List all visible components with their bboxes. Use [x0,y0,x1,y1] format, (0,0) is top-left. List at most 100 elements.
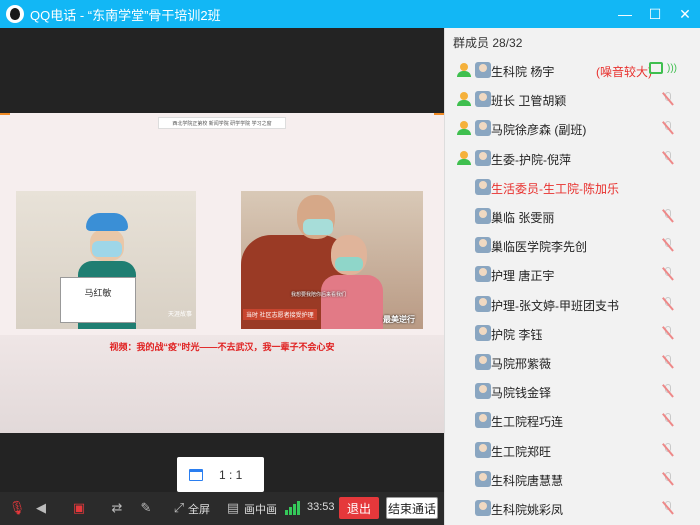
title-bar: QQ电话 - “东南学堂”骨干培训2班 — ☐ ✕ [0,0,700,28]
maximize-button[interactable]: ☐ [640,0,670,28]
member-count: 群成员 28/32 [453,35,523,50]
member-name: 马院徐彦森 (副班) [491,123,587,138]
mic-muted-icon[interactable] [661,267,675,282]
window-icon [189,468,203,481]
qq-logo-icon [6,5,24,23]
avatar [475,120,491,137]
admin-icon [457,150,471,165]
camera-off-icon[interactable]: ▣ [68,497,90,519]
mic-muted-icon[interactable] [661,150,675,165]
close-button[interactable]: ✕ [670,0,700,28]
avatar [475,500,491,516]
avatar [475,470,491,487]
avatar [475,383,491,400]
member-panel: 群成员 28/32 生科院 杨宇 (噪音较大)))) 班长 卫管胡颖马院徐彦森 (副… [444,28,700,525]
member-note: (噪音较大) [596,65,652,79]
avatar [475,412,491,429]
exit-button[interactable]: 退出 [339,497,379,519]
mic-muted-icon[interactable] [661,92,675,106]
mic-muted-icon[interactable] [661,442,675,457]
member-row[interactable]: 班长 卫管胡颖 [445,85,700,113]
mic-muted-icon[interactable] [661,355,675,369]
member-row[interactable]: 护理-张文婷-甲班团支书 [445,290,700,318]
admin-icon [457,121,471,136]
aspect-ratio-button[interactable]: 1 : 1 [177,457,264,492]
member-name: 生工院郑旺 [491,444,552,459]
video-area[interactable]: 西北学院正第校 新闻学院 研学学院 学习之窗 马红敏 天涯故事 我想要我陪你后来… [0,28,444,492]
left-watermark: 天涯故事 [167,312,192,318]
member-name: 生活委员-生工院-陈加乐 [491,181,619,196]
member-row[interactable]: 生科院唐慧慧 [445,465,700,493]
member-name: 生工院程巧连 [491,415,564,430]
member-row[interactable]: 生工院程巧连 [445,406,700,434]
member-row[interactable]: 生科院姚彩凤 [445,494,700,522]
member-row[interactable]: 巢临医学院李先创 [445,231,700,259]
member-name: 生科院唐慧慧 [491,473,564,488]
mic-muted-icon[interactable] [661,471,675,486]
screen-share-icon [649,62,663,74]
shared-screen: 西北学院正第校 新闻学院 研学学院 学习之窗 马红敏 天涯故事 我想要我陪你后来… [0,113,444,433]
mic-muted-icon[interactable] [661,238,675,252]
member-row[interactable]: 生科院 杨宇 (噪音较大)))) [445,56,700,84]
avatar [475,295,491,312]
avatar [475,441,491,458]
mic-muted-icon[interactable] [661,296,675,311]
end-call-button[interactable]: 结束通话 [386,497,438,519]
member-name: 马院邢紫薇 [491,357,552,371]
mic-muted-icon[interactable]: 🎙 [6,497,28,519]
avatar [475,354,491,370]
mic-muted-icon[interactable] [661,501,675,515]
volume-icon: ))) [667,63,677,74]
member-name: 生委-护院-倪萍 [491,152,571,167]
member-name: 护理-张文婷-甲班团支书 [491,298,619,313]
avatar [475,324,491,341]
nurse-photo: 马红敏 天涯故事 [16,191,196,329]
member-row[interactable]: 护理 唐正宇 [445,260,700,288]
member-row[interactable]: 生委-护院-倪萍 [445,144,700,172]
share-screen-icon[interactable]: ⇄ [106,497,128,519]
member-name: 马院钱金铎 [491,386,552,401]
avatar [475,208,491,224]
member-row[interactable]: 生工院郑旺 [445,436,700,464]
window-title: QQ电话 - “东南学堂”骨干培训2班 [30,7,221,23]
call-toolbar: 🎙 ◀ ▣ ⇄ ✎ ⤢ 全屏 ▤ 画中画 33:53 退出 结束通话 [0,492,444,525]
member-row[interactable]: 马院徐彦森 (副班) [445,114,700,142]
slide-caption: 视频：我的战“疫”时光——不去武汉，我一辈子不会心安 [109,342,335,352]
whiteboard-icon[interactable]: ✎ [135,497,157,519]
member-row[interactable]: 护院 李钰 [445,319,700,347]
video-chip: 当时 社区志愿者接受护理 [243,309,317,320]
member-row[interactable]: 马院钱金铎 [445,377,700,405]
avatar [475,266,491,283]
mic-muted-icon[interactable] [661,384,675,398]
avatar [475,62,491,78]
member-name: 护理 唐正宇 [491,269,555,284]
avatar [475,178,491,195]
member-row[interactable]: 巢临 张雯丽 [445,202,700,230]
minimize-button[interactable]: — [610,0,640,28]
member-name: 巢临 张雯丽 [491,211,555,225]
member-name: 班长 卫管胡颖 [491,94,567,109]
video-subtitle: 我想要我陪你后来看我们 [291,292,347,298]
mic-muted-icon[interactable] [661,413,675,428]
pip-label[interactable]: 画中画 [244,501,277,517]
member-row[interactable]: 生活委员-生工院-陈加乐 [445,173,700,201]
pip-icon[interactable]: ▤ [222,497,244,519]
member-name: 巢临医学院李先创 [491,240,588,255]
signal-icon [285,501,301,515]
mic-muted-icon[interactable] [661,121,675,136]
avatar [475,91,491,108]
mic-muted-icon[interactable] [661,325,675,340]
video-brand: 最美逆行 [383,315,415,324]
avatar [475,149,491,166]
nurse-sign: 马红敏 [60,277,136,323]
speaker-icon[interactable]: ◀ [30,497,52,519]
admin-icon [457,63,471,77]
video-still: 我想要我陪你后来看我们 当时 社区志愿者接受护理 最美逆行 [241,191,423,329]
member-row[interactable]: 马院邢紫薇 [445,348,700,376]
fullscreen-label[interactable]: 全屏 [188,501,210,517]
avatar [475,237,491,254]
member-name: 生科院姚彩凤 [491,503,564,517]
mic-muted-icon[interactable] [661,209,675,223]
member-name: 护院 李钰 [491,327,543,342]
fullscreen-icon[interactable]: ⤢ [168,497,190,519]
